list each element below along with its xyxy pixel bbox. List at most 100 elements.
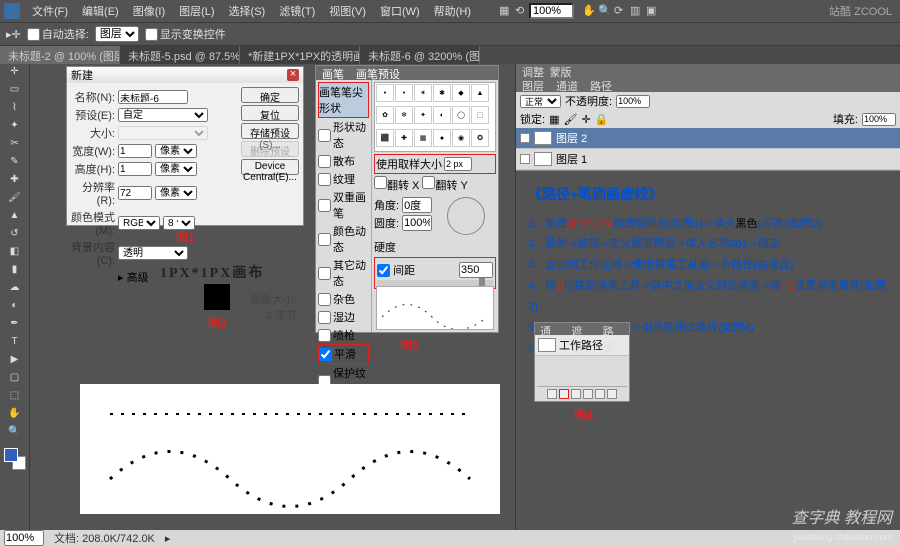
3d-tool[interactable]: ⬚ [8,390,22,404]
pen-tool[interactable]: ✒ [8,318,22,332]
hand-tool[interactable]: ✋ [8,408,22,422]
tab-brush-presets[interactable]: 画笔预设 [350,66,406,80]
opacity-input[interactable] [616,95,650,108]
launch-bridge-icon[interactable]: ▦ [493,4,507,18]
blur-tool[interactable]: ☁ [8,282,22,296]
gradient-tool[interactable]: ▮ [8,264,22,278]
wand-tool[interactable]: ✦ [8,120,22,134]
bg-select[interactable]: 透明 [118,246,188,260]
menu-window[interactable]: 窗口(W) [374,3,426,19]
angle-input[interactable] [402,197,432,213]
visibility-icon[interactable] [520,133,530,143]
cancel-button[interactable]: 复位 [241,105,299,121]
tab-channels[interactable]: 通道 [550,78,584,92]
mode-select[interactable]: RGB 颜色 [118,216,160,230]
spacing-checkbox[interactable] [377,264,390,277]
shape-tool[interactable]: ▢ [8,372,22,386]
new-path-icon[interactable] [595,389,605,399]
arrange-icon[interactable]: ▥ [624,4,638,18]
auto-select-target[interactable]: 图层 [95,26,139,42]
spacing-input[interactable] [459,262,493,278]
heal-tool[interactable]: ✚ [8,174,22,188]
brush-size-input[interactable] [444,157,472,171]
lock-paint-icon[interactable]: 🖌 [563,113,577,126]
roundness-input[interactable] [402,215,432,231]
fg-color-swatch[interactable] [4,448,18,462]
color-swatches[interactable] [4,448,26,470]
advanced-toggle[interactable]: ▸ 高级 [118,269,149,285]
doc-tab[interactable]: 未标题-2 @ 100% (图层 2, RGB/8) [0,46,120,64]
status-zoom-input[interactable] [4,530,44,546]
menu-image[interactable]: 图像(I) [127,3,171,19]
height-input[interactable] [118,162,152,176]
chevron-right-icon[interactable]: ▸ [165,532,171,545]
brush-thumbnails[interactable]: ••✶✱◆▲ ✿❄✦◐◯⬚ ⬛✚▦●◉✪ [374,82,496,152]
blend-mode-select[interactable]: 正常 [520,95,561,108]
doc-tab[interactable]: 未标题-6 @ 3200% (图层 1, RGB/) [360,46,480,64]
stroke-path-icon[interactable] [559,389,569,399]
fill-input[interactable] [862,113,896,126]
device-central-button[interactable]: Device Central(E)... [241,159,299,175]
delete-path-icon[interactable] [607,389,617,399]
dodge-tool[interactable]: ◐ [8,300,22,314]
eyedropper-tool[interactable]: ✎ [8,156,22,170]
close-icon[interactable]: × [287,69,299,81]
eraser-tool[interactable]: ◧ [8,246,22,260]
res-unit[interactable]: 像素/英寸 [155,186,197,200]
tab-brush[interactable]: 画笔 [316,66,350,80]
zoom-icon[interactable]: 🔍 [592,4,606,18]
move-tool[interactable]: ✛ [8,66,22,80]
show-transform-checkbox[interactable]: 显示变换控件 [145,26,226,42]
flipx-checkbox[interactable] [374,176,387,189]
tab-paths2[interactable]: 路径 [598,323,629,335]
stamp-tool[interactable]: ▲ [8,210,22,224]
auto-select-checkbox[interactable]: 自动选择: [27,26,89,42]
menu-file[interactable]: 文件(F) [26,3,74,19]
resolution-input[interactable] [118,186,152,200]
history-brush-tool[interactable]: ↺ [8,228,22,242]
history-icon[interactable]: ⟲ [509,4,523,18]
doc-tab[interactable]: 未标题-5.psd @ 87.5% (路径+笔刷画虚线2) [120,46,240,64]
move-tool-preset-icon[interactable]: ▸✛ [6,28,21,41]
menu-layer[interactable]: 图层(L) [173,3,220,19]
tab-paths[interactable]: 路径 [584,78,618,92]
angle-diagram[interactable] [447,197,485,235]
preset-select[interactable]: 自定 [118,108,208,122]
path-to-sel-icon[interactable] [571,389,581,399]
flipy-checkbox[interactable] [422,176,435,189]
fill-path-icon[interactable] [547,389,557,399]
ok-button[interactable]: 确定 [241,87,299,103]
doc-tab[interactable]: *新建1PX*1PX的透明画布... [240,46,360,64]
layer-row[interactable]: 图层 2 [516,128,900,149]
rotate-icon[interactable]: ⟳ [608,4,622,18]
tab-masks2[interactable]: 遮罩 [566,323,597,335]
tab-layers[interactable]: 图层 [516,78,550,92]
tab-channels2[interactable]: 通道 [535,323,566,335]
layer-row[interactable]: 图层 1 [516,149,900,170]
screen-mode-icon[interactable]: ▣ [640,4,654,18]
lock-all-icon[interactable]: 🔒 [595,113,609,126]
save-preset-button[interactable]: 存储预设(S)... [241,123,299,139]
width-unit[interactable]: 像素 [155,144,197,158]
lock-move-icon[interactable]: ✛ [581,113,590,126]
hand-icon[interactable]: ✋ [576,4,590,18]
menu-select[interactable]: 选择(S) [223,3,272,19]
name-input[interactable] [118,90,188,104]
path-select-tool[interactable]: ▶ [8,354,22,368]
visibility-icon[interactable] [520,154,530,164]
zoom-field[interactable] [529,3,574,19]
brush-tool[interactable]: 🖌 [8,192,22,206]
marquee-tool[interactable]: ▭ [8,84,22,98]
menu-filter[interactable]: 滤镜(T) [273,3,321,19]
menu-view[interactable]: 视图(V) [323,3,372,19]
lasso-tool[interactable]: ⌇ [8,102,22,116]
height-unit[interactable]: 像素 [155,162,197,176]
crop-tool[interactable]: ✂ [8,138,22,152]
type-tool[interactable]: T [8,336,22,350]
lock-trans-icon[interactable]: ▦ [549,113,559,126]
menu-help[interactable]: 帮助(H) [428,3,477,19]
zoom-tool[interactable]: 🔍 [8,426,22,440]
menu-edit[interactable]: 编辑(E) [76,3,125,19]
width-input[interactable] [118,144,152,158]
sel-to-path-icon[interactable] [583,389,593,399]
